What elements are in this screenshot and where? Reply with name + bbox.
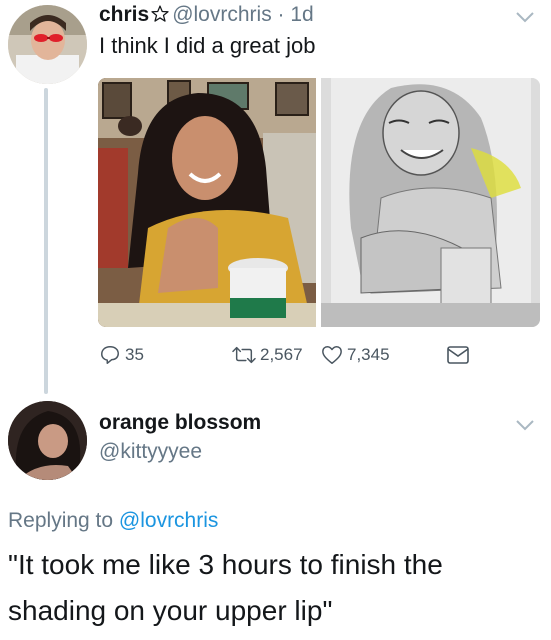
avatar[interactable] [8,401,87,480]
timestamp[interactable]: 1d [290,3,313,26]
like-count: 7,345 [347,345,390,364]
retweet-count: 2,567 [260,345,303,364]
drawing-sketch-image [321,78,540,327]
replying-to: Replying to @lovrchris [8,509,218,533]
separator: · [271,3,291,26]
chevron-down-icon[interactable] [514,418,536,432]
like-button[interactable]: 7,345 [321,342,390,368]
avatar-photo [8,401,87,480]
replying-prefix: Replying to [8,509,119,532]
avatar[interactable] [8,5,87,84]
avatar-photo [8,5,87,84]
chevron-down-icon[interactable] [514,10,536,24]
drawing-sketch[interactable] [321,78,540,327]
photo-girl[interactable] [98,78,316,327]
mention-link[interactable]: @lovrchris [119,509,219,532]
tweet-text: "It took me like 3 hours to finish the s… [8,549,443,626]
tweet-text: I think I did a great job [99,33,316,58]
heart-icon [322,346,342,364]
star-icon [151,5,169,22]
thread-line [44,88,48,394]
handle[interactable]: @lovrchris [172,3,272,26]
photo-girl-image [98,78,316,327]
retweet-button[interactable]: 2,567 [232,342,303,368]
display-name[interactable]: orange blossom [99,411,261,435]
retweet-icon [232,346,256,364]
tweet-actions: 35 2,567 7,345 [99,342,539,368]
envelope-icon [447,346,469,364]
reply-icon [101,346,119,364]
direct-message-button[interactable] [446,342,474,368]
tweet-header: chris @lovrchris · 1d [99,3,314,27]
display-name[interactable]: chris [99,3,149,26]
reply-button[interactable]: 35 [99,342,144,368]
handle[interactable]: @kittyyyee [99,440,202,464]
reply-count: 35 [125,345,144,364]
